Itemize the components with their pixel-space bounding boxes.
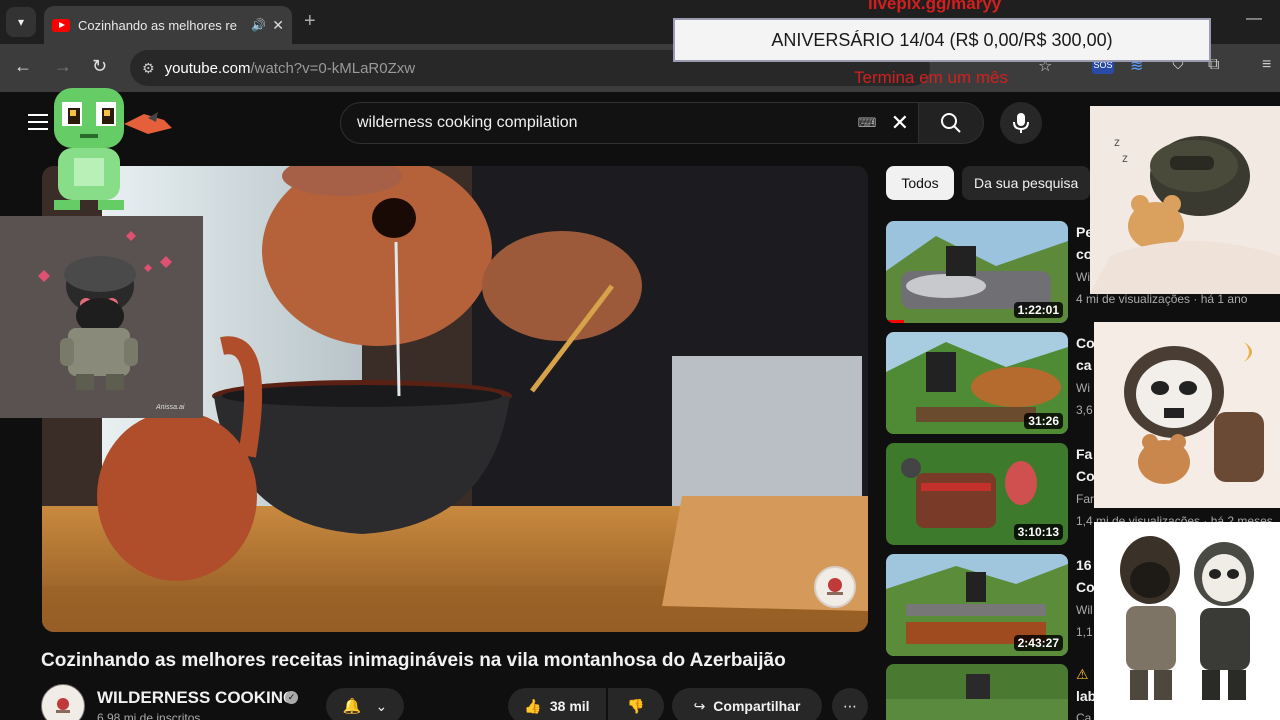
related-title-2[interactable]: Co bbox=[1076, 335, 1095, 351]
share-arrow-icon: ↪ bbox=[693, 697, 706, 714]
browser-tab-youtube[interactable]: Cozinhando as melhores re 🔊 ✕ bbox=[44, 6, 292, 44]
ghost-soap-chibi-sticker bbox=[1094, 522, 1280, 720]
related-title-4[interactable]: 16 bbox=[1076, 557, 1092, 573]
chip-todos[interactable]: Todos bbox=[886, 166, 954, 200]
thumbs-down-icon: 👎 bbox=[627, 697, 645, 714]
verified-badge-icon: ✓ bbox=[285, 691, 298, 704]
stream-goal-banner: ANIVERSÁRIO 14/04 (R$ 0,00/R$ 300,00) bbox=[673, 18, 1211, 62]
url-path: /watch?v=0-kMLaR0Zxw bbox=[250, 59, 416, 77]
livepix-link-text: livepix.gg/maryy bbox=[868, 0, 1002, 13]
dislike-button[interactable]: 👎 bbox=[608, 688, 664, 720]
video-duration: 31:26 bbox=[1024, 413, 1063, 429]
related-thumbnail-2[interactable]: 31:26 bbox=[886, 332, 1068, 434]
search-icon bbox=[941, 113, 961, 133]
related-title-4-line2[interactable]: Co bbox=[1076, 579, 1095, 595]
channel-logo-icon bbox=[827, 578, 843, 595]
svg-text:z: z bbox=[1114, 135, 1120, 149]
chevron-down-icon: ⌄ bbox=[375, 697, 388, 714]
tab-search-button[interactable]: ▾ bbox=[6, 7, 36, 37]
thumbs-up-icon: 👍 bbox=[524, 697, 542, 714]
site-info-icon[interactable]: ⚙ bbox=[142, 60, 155, 77]
sleeping-ghost-sticker bbox=[1094, 322, 1280, 508]
share-button[interactable]: ↪ Compartilhar bbox=[672, 688, 822, 720]
related-channel-4[interactable]: Wil bbox=[1076, 603, 1093, 617]
minimize-icon[interactable]: — bbox=[1246, 10, 1262, 28]
thumbnail-image bbox=[886, 664, 1068, 720]
related-thumbnail-5[interactable] bbox=[886, 664, 1068, 720]
more-horizontal-icon: ⋯ bbox=[843, 697, 857, 714]
related-channel-2[interactable]: Wi bbox=[1076, 381, 1090, 395]
related-channel-3[interactable]: Far bbox=[1076, 492, 1094, 506]
tab-title: Cozinhando as melhores re bbox=[78, 17, 237, 33]
channel-watermark[interactable] bbox=[814, 566, 856, 608]
related-title-2-line2[interactable]: ca bbox=[1076, 357, 1092, 373]
related-title-3[interactable]: Fa bbox=[1076, 446, 1092, 462]
pixel-frog-sticker bbox=[44, 88, 134, 212]
related-thumbnail-4[interactable]: 2:43:27 bbox=[886, 554, 1068, 656]
sleeping-soldier-sticker: z z bbox=[1090, 106, 1280, 294]
video-duration: 1:22:01 bbox=[1013, 302, 1063, 318]
chibi-soldier-hearts-sticker: Anissa.ai bbox=[0, 216, 203, 418]
new-tab-button[interactable]: + bbox=[304, 10, 316, 33]
video-duration: 2:43:27 bbox=[1013, 635, 1063, 651]
reload-button[interactable]: ↻ bbox=[92, 56, 107, 77]
audio-playing-icon[interactable]: 🔊 bbox=[251, 18, 266, 32]
related-channel-5[interactable]: Ca bbox=[1076, 711, 1091, 720]
sticker-watermark: Anissa.ai bbox=[156, 404, 185, 411]
more-actions-button[interactable]: ⋯ bbox=[832, 688, 868, 720]
watch-progress-bar bbox=[886, 320, 904, 323]
related-thumbnail-1[interactable]: 1:22:01 bbox=[886, 221, 1068, 323]
search-button[interactable] bbox=[918, 102, 984, 144]
keyboard-icon[interactable]: ⌨ bbox=[858, 115, 877, 131]
channel-avatar[interactable] bbox=[41, 684, 85, 720]
fox-sticker bbox=[124, 110, 174, 138]
related-meta-2: 3,6 bbox=[1076, 403, 1093, 417]
url-host: youtube.com bbox=[164, 59, 251, 77]
menu-icon[interactable]: ≡ bbox=[1262, 56, 1271, 74]
stream-goal-ends: Termina em um mês bbox=[854, 68, 1008, 87]
related-title-3-line2[interactable]: Co bbox=[1076, 468, 1095, 484]
subscriber-count: 6,98 mi de inscritos bbox=[97, 711, 201, 720]
related-meta-4: 1,1 bbox=[1076, 625, 1093, 639]
search-query: wilderness cooking compilation bbox=[357, 114, 578, 131]
channel-name[interactable]: WILDERNESS COOKING bbox=[97, 688, 296, 708]
video-duration: 3:10:13 bbox=[1013, 524, 1063, 540]
search-input[interactable]: wilderness cooking compilation ⌨ ✕ bbox=[340, 102, 920, 144]
channel-logo-icon bbox=[56, 698, 70, 713]
share-label: Compartilhar bbox=[713, 698, 801, 714]
live-warning-icon: ⚠ bbox=[1076, 666, 1089, 682]
video-title: Cozinhando as melhores receitas inimagin… bbox=[41, 650, 786, 671]
svg-text:z: z bbox=[1122, 151, 1128, 165]
voice-search-button[interactable] bbox=[1000, 102, 1042, 144]
microphone-icon bbox=[1013, 113, 1029, 133]
related-thumbnail-3[interactable]: 3:10:13 bbox=[886, 443, 1068, 545]
bell-icon: 🔔 bbox=[342, 698, 362, 715]
related-meta-1: 4 mi de visualizações · há 1 ano bbox=[1076, 292, 1248, 306]
like-count: 38 mil bbox=[549, 698, 590, 714]
youtube-favicon-icon bbox=[52, 18, 70, 32]
close-tab-icon[interactable]: ✕ bbox=[272, 17, 284, 34]
subscribed-bell-button[interactable]: 🔔 ⌄ bbox=[326, 688, 404, 720]
back-button[interactable]: ← bbox=[14, 56, 32, 77]
clear-search-icon[interactable]: ✕ bbox=[891, 110, 909, 136]
like-button[interactable]: 👍 38 mil bbox=[508, 688, 606, 720]
chip-from-search[interactable]: Da sua pesquisa bbox=[962, 166, 1090, 200]
forward-button[interactable]: → bbox=[54, 56, 72, 77]
